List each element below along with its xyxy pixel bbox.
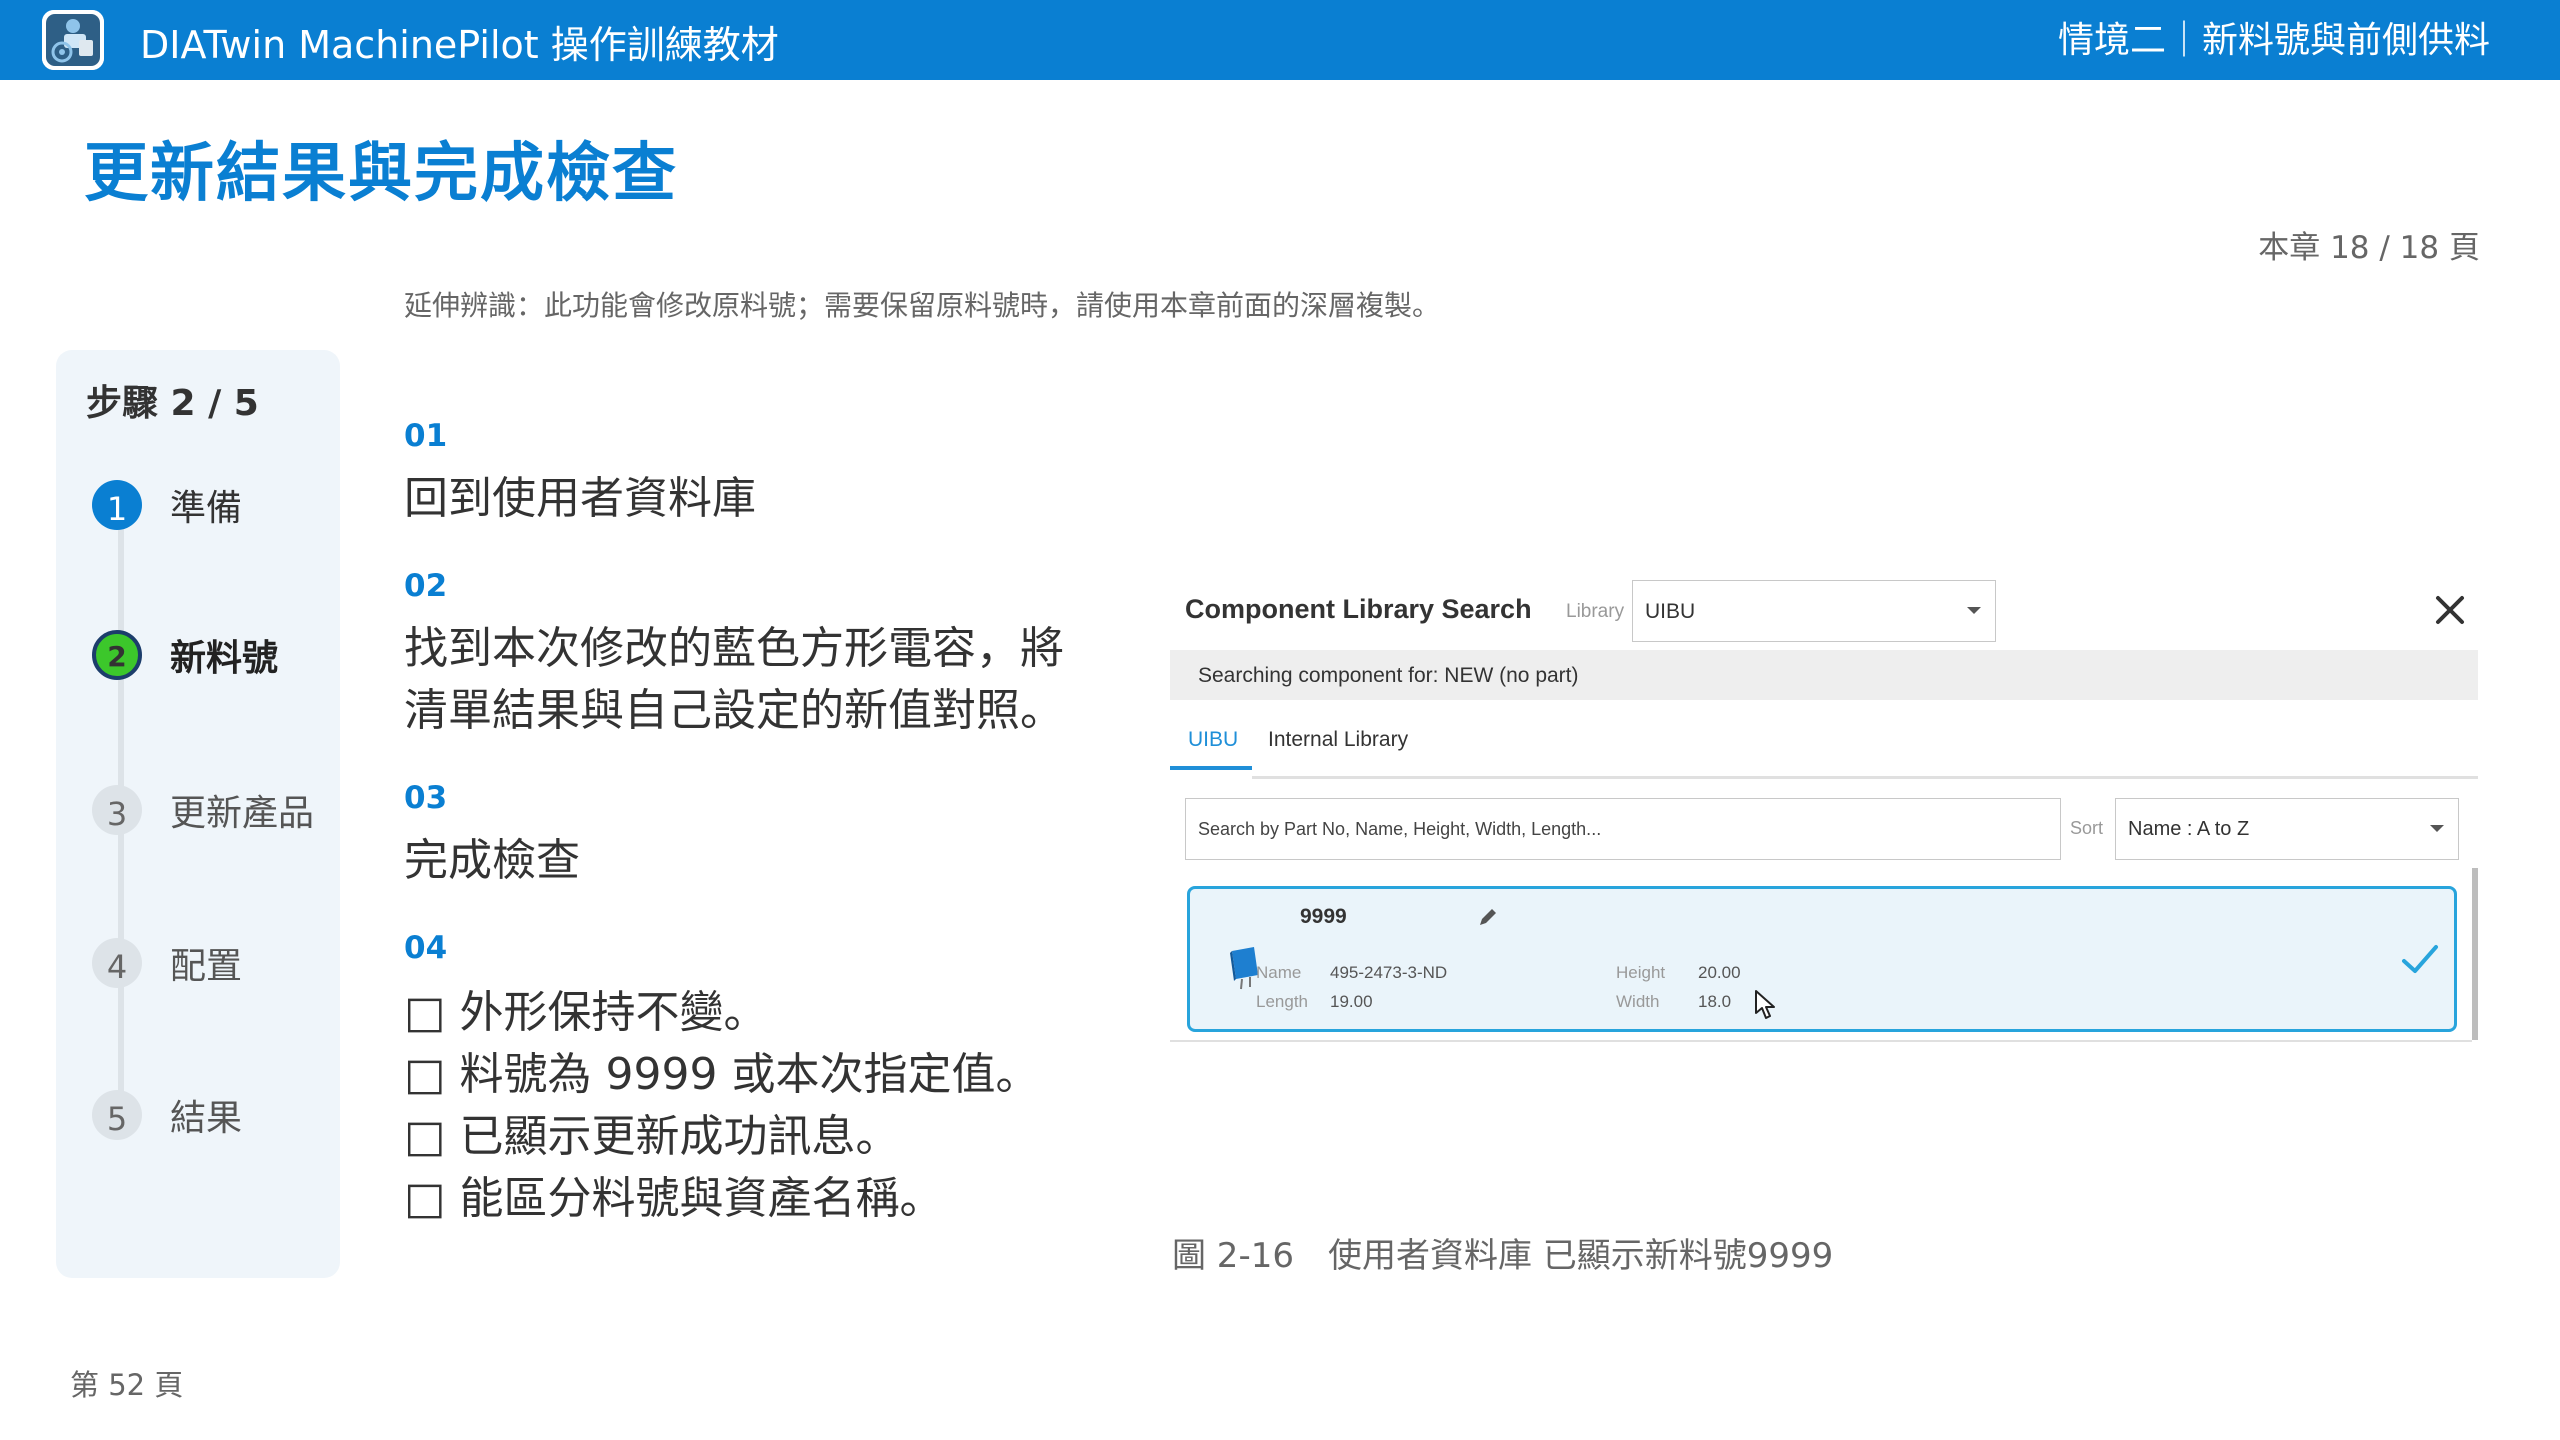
length-label: Length xyxy=(1256,992,1308,1011)
sidebar-step-configure[interactable]: 4 配置 xyxy=(92,933,242,993)
chapter-page-indicator: 本章 18 / 18 頁 xyxy=(2258,230,2480,266)
step-number: 2 xyxy=(92,630,142,680)
list-bottom-divider xyxy=(1170,1040,2472,1042)
library-label: Library xyxy=(1566,601,1625,622)
sort-select-value: Name : A to Z xyxy=(2128,818,2250,840)
results-scrollbar[interactable] xyxy=(2472,868,2478,1040)
step-02-line: 清單結果與自己設定的新值對照。 xyxy=(404,685,1064,736)
step-number: 5 xyxy=(92,1090,142,1140)
chevron-down-icon xyxy=(1967,607,1981,614)
cursor-icon xyxy=(1755,990,1775,1019)
step-sidebar: 步驟 2 / 5 1 準備 2 新料號 3 更新產品 4 配置 5 結果 xyxy=(56,350,340,1278)
length-value: 19.00 xyxy=(1330,992,1373,1011)
search-context-bar: Searching component for: NEW (no part) xyxy=(1170,650,2478,700)
close-icon[interactable] xyxy=(2430,590,2470,630)
step-number: 4 xyxy=(92,938,142,988)
step-count: 步驟 2 / 5 xyxy=(86,383,259,424)
top-bar: DIATwin MachinePilot 操作訓練教材 情境二｜新料號與前側供料 xyxy=(0,0,2560,80)
checkmark-icon xyxy=(2402,945,2438,973)
step-02-number: 02 xyxy=(404,568,448,604)
app-title: DIATwin MachinePilot 操作訓練教材 xyxy=(140,23,779,67)
step-label: 準備 xyxy=(170,488,243,529)
step-01-text: 回到使用者資料庫 xyxy=(404,473,756,524)
step-label: 結果 xyxy=(170,1098,243,1139)
name-label: Name xyxy=(1256,963,1302,982)
sidebar-step-new-part[interactable]: 2 新料號 xyxy=(92,625,278,685)
height-label: Height xyxy=(1616,963,1666,982)
page-number: 第 52 頁 xyxy=(70,1368,184,1402)
active-tab-indicator xyxy=(1170,766,1252,770)
sort-label: Sort xyxy=(2070,818,2104,838)
checklist-item: □ 外形保持不變。 xyxy=(404,987,768,1038)
page-title: 更新結果與完成檢查 xyxy=(84,137,678,211)
pencil-icon[interactable] xyxy=(1476,905,1500,929)
step-03-number: 03 xyxy=(404,780,448,816)
sidebar-step-prepare[interactable]: 1 準備 xyxy=(92,475,242,535)
dialog-title: Component Library Search xyxy=(1185,594,1532,624)
width-value: 18.0 xyxy=(1698,992,1732,1011)
figure-caption: 圖 2-16 使用者資料庫 已顯示新料號9999 xyxy=(1172,1236,1834,1276)
chevron-down-icon xyxy=(2430,825,2444,832)
checklist-item: □ 料號為 9999 或本次指定值。 xyxy=(404,1049,1040,1100)
step-03-text: 完成檢查 xyxy=(404,835,580,886)
chapter-title: 情境二｜新料號與前側供料 xyxy=(2057,20,2490,61)
step-02-line: 找到本次修改的藍色方形電容，將 xyxy=(404,623,1064,674)
step-number: 1 xyxy=(92,480,142,530)
height-value: 20.00 xyxy=(1698,963,1741,982)
component-library-screenshot: Component Library Search Library UIBU Se… xyxy=(1170,568,2480,1048)
search-context-text: Searching component for: NEW (no part) xyxy=(1198,664,1579,687)
app-logo-icon xyxy=(42,10,104,70)
sidebar-step-update-product[interactable]: 3 更新產品 xyxy=(92,780,314,840)
part-number: 9999 xyxy=(1300,905,1347,928)
library-select-value: UIBU xyxy=(1645,600,1696,623)
tab-internal-library[interactable]: Internal Library xyxy=(1268,728,1408,752)
name-value: 495-2473-3-ND xyxy=(1330,963,1448,982)
search-input[interactable]: Search by Part No, Name, Height, Width, … xyxy=(1185,798,2061,860)
checklist-item: □ 能區分料號與資產名稱。 xyxy=(404,1173,944,1224)
step-01-number: 01 xyxy=(404,418,448,454)
step-label: 更新產品 xyxy=(170,793,315,834)
step-label: 新料號 xyxy=(170,638,279,679)
step-04-number: 04 xyxy=(404,930,448,966)
width-label: Width xyxy=(1616,992,1660,1011)
extension-note: 延伸辨識：此功能會修改原料號；需要保留原料號時，請使用本章前面的深層複製。 xyxy=(404,289,1441,322)
result-card-selected[interactable]: 9999 Name 495-2473-3-ND Length 19.00 Hei… xyxy=(1187,886,2457,1032)
checklist-item: □ 已顯示更新成功訊息。 xyxy=(404,1111,900,1162)
search-placeholder: Search by Part No, Name, Height, Width, … xyxy=(1198,819,1602,839)
sort-select[interactable]: Name : A to Z xyxy=(2115,798,2459,860)
tab-uibu[interactable]: UIBU xyxy=(1188,728,1238,752)
library-select[interactable]: UIBU xyxy=(1632,580,1996,642)
sidebar-step-result[interactable]: 5 結果 xyxy=(92,1085,242,1145)
tab-divider xyxy=(1252,776,2478,779)
step-label: 配置 xyxy=(170,946,243,987)
step-number: 3 xyxy=(92,785,142,835)
